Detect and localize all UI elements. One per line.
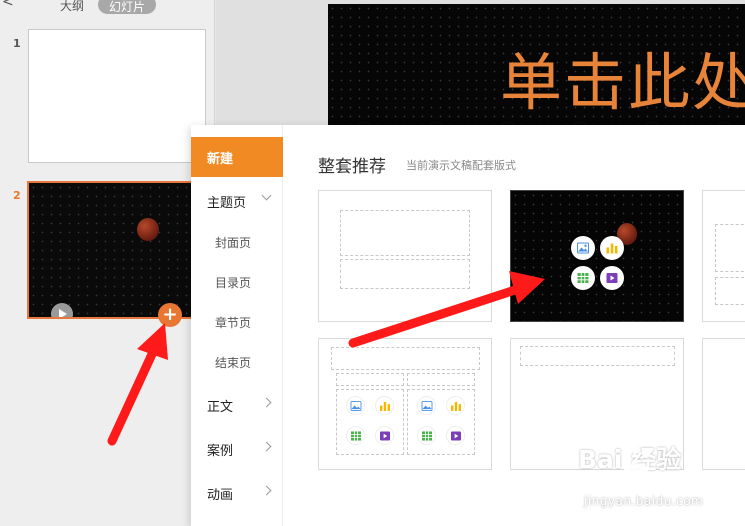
collapse-icon[interactable]: < xyxy=(2,0,14,10)
slide-number: 2 xyxy=(13,189,21,202)
menu-item-theme-pages[interactable]: 主题页 xyxy=(191,181,283,221)
slide-thumbnail-1[interactable] xyxy=(28,29,206,163)
slide-title-placeholder[interactable]: 单击此处 xyxy=(500,32,745,122)
chart-icon xyxy=(375,396,394,415)
add-slide-button[interactable]: + xyxy=(158,303,182,327)
play-icon[interactable] xyxy=(51,303,73,317)
section-title: 整套推荐 xyxy=(318,157,386,177)
chart-icon xyxy=(446,396,465,415)
slide-number: 1 xyxy=(13,37,21,50)
moon-image xyxy=(137,218,159,241)
picture-icon xyxy=(571,236,595,260)
media-icon xyxy=(446,426,465,445)
starfield-background xyxy=(29,183,205,317)
subtitle-placeholder xyxy=(340,259,470,289)
menu-item-label: 目录页 xyxy=(215,276,252,290)
watermark-url: jingyan.baidu.com xyxy=(584,494,704,508)
menu-item-label: 动画 xyxy=(207,488,234,503)
picture-icon xyxy=(417,396,436,415)
starfield-background xyxy=(511,191,683,321)
menu-item-end-page[interactable]: 结束页 xyxy=(191,343,283,383)
slide-canvas[interactable]: 单击此处 xyxy=(328,4,745,129)
table-icon xyxy=(346,426,365,445)
content-placeholder xyxy=(715,224,745,272)
layout-card-partial[interactable] xyxy=(702,190,745,322)
table-icon xyxy=(571,266,595,290)
menu-item-label: 主题页 xyxy=(207,196,247,211)
chevron-down-icon xyxy=(261,190,272,201)
picture-icon xyxy=(346,396,365,415)
menu-item-body[interactable]: 正文 xyxy=(191,385,283,425)
menu-item-new[interactable]: 新建 xyxy=(191,137,283,177)
layout-card-content-dark[interactable] xyxy=(510,190,684,322)
menu-item-animation[interactable]: 动画 xyxy=(191,473,283,513)
content-placeholder xyxy=(407,389,475,455)
section-subtitle: 当前演示文稿配套版式 xyxy=(406,159,516,172)
menu-item-label: 封面页 xyxy=(215,236,252,250)
menu-item-label: 案例 xyxy=(207,444,234,459)
chevron-right-icon xyxy=(261,485,272,496)
menu-item-label: 正文 xyxy=(207,400,234,415)
paw-icon xyxy=(622,444,650,475)
menu-item-label: 章节页 xyxy=(215,316,252,330)
menu-item-section-page[interactable]: 章节页 xyxy=(191,303,283,343)
content-placeholder xyxy=(715,277,745,305)
title-placeholder xyxy=(331,347,480,370)
menu-item-label: 新建 xyxy=(207,152,234,167)
media-icon xyxy=(375,426,394,445)
slide-thumbnail-panel: < 大纲 幻灯片 1 2 + xyxy=(0,0,215,526)
heading-placeholder xyxy=(407,373,475,386)
menu-item-cases[interactable]: 案例 xyxy=(191,429,283,469)
menu-item-cover-page[interactable]: 封面页 xyxy=(191,223,283,263)
title-placeholder xyxy=(340,210,470,256)
tab-slides[interactable]: 幻灯片 xyxy=(98,0,157,14)
layout-card-title[interactable] xyxy=(318,190,492,322)
menu-item-contents-page[interactable]: 目录页 xyxy=(191,263,283,303)
baidu-jingyan-watermark: Bai 经验 jingyan.baidu.com xyxy=(570,438,740,520)
chevron-right-icon xyxy=(261,441,272,452)
content-placeholder xyxy=(336,389,404,455)
heading-placeholder xyxy=(336,373,404,386)
chevron-right-icon xyxy=(261,397,272,408)
chart-icon xyxy=(600,236,624,260)
media-icon xyxy=(600,266,624,290)
new-slide-menu: 新建 主题页 封面页 目录页 章节页 结束页 正文 案例 动画 xyxy=(191,125,283,526)
table-icon xyxy=(417,426,436,445)
layout-card-two-content[interactable] xyxy=(318,338,492,470)
panel-tabs: < 大纲 幻灯片 xyxy=(0,0,215,20)
tab-outline[interactable]: 大纲 xyxy=(60,0,84,14)
title-placeholder xyxy=(520,346,675,366)
slide-thumbnail-2[interactable] xyxy=(27,181,207,319)
menu-item-label: 结束页 xyxy=(215,356,252,370)
